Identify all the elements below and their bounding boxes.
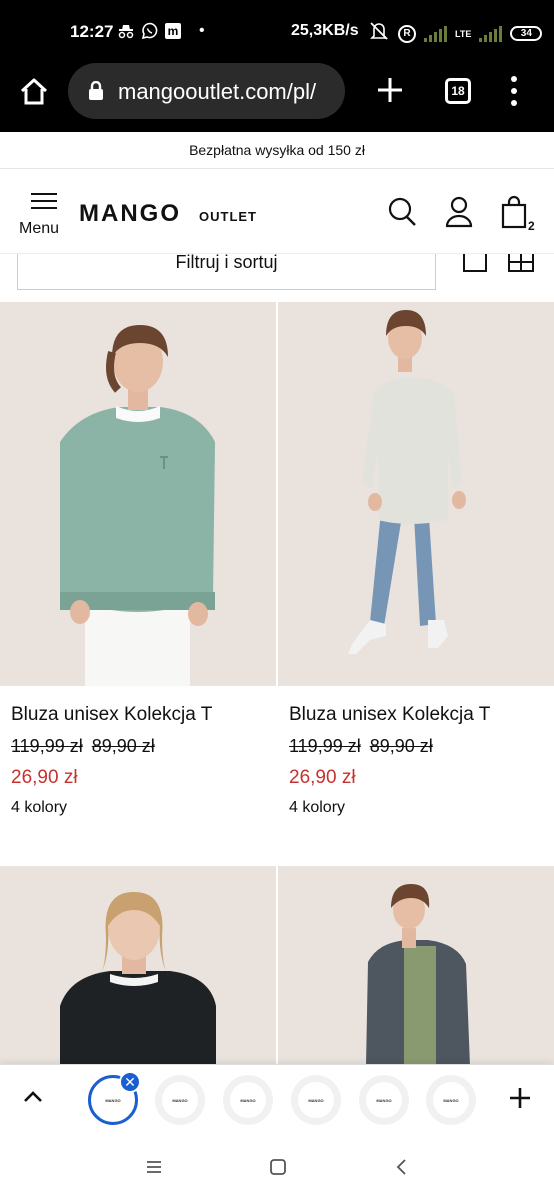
site-header: Menu MANGO OUTLET 2 [0,169,554,254]
bag-count-badge: 2 [528,219,535,233]
tab-thumbnail-label: MANGO [433,1082,469,1118]
url-text: mangooutlet.com/pl/ [118,79,317,104]
old-price-original: 119,99 zł [289,736,361,756]
status-right-icons: R LTE 34 [368,21,543,46]
system-nav-bar [0,1134,554,1200]
lte-label: LTE [455,28,472,39]
color-count[interactable]: 4 kolory [289,799,345,817]
close-tab-icon[interactable]: ✕ [119,1071,141,1093]
back-nav-icon[interactable] [393,1158,411,1176]
sale-price: 26,90 zł [289,767,356,788]
more-menu-icon[interactable] [508,76,520,106]
status-time: 12:27 [70,22,114,41]
add-tab-icon[interactable] [509,1087,531,1109]
tab-thumbnail-label: MANGO [366,1082,402,1118]
old-price-previous: 89,90 zł [369,736,433,756]
network-speed: 25,3KB/s [291,22,359,39]
incognito-icon [117,22,135,40]
menu-button[interactable]: Menu [18,193,68,241]
r-icon: R [398,24,416,43]
search-icon[interactable] [386,195,418,229]
notification-dot: • [199,22,205,39]
tab-thumbnail[interactable]: MANGO [359,1075,409,1125]
lock-icon [88,80,104,101]
account-icon[interactable] [443,195,475,229]
tab-thumbnail-label: MANGO [162,1082,198,1118]
color-count[interactable]: 4 kolory [11,799,67,817]
mango-logo[interactable]: MANGO [79,200,181,228]
tab-thumbnail-label: MANGO [230,1082,266,1118]
chevron-up-icon[interactable] [22,1089,44,1105]
recent-apps-icon[interactable] [145,1158,163,1176]
tab-strip: MANGO ✕ MANGO MANGO MANGO MANGO MANGO [0,1064,554,1134]
home-icon[interactable] [18,76,50,108]
old-price-original: 119,99 zł [11,736,83,756]
signal-icon [479,25,503,42]
mute-icon [368,21,390,46]
old-price-previous: 89,90 zł [91,736,155,756]
browser-toolbar: mangooutlet.com/pl/ 18 [0,62,554,132]
old-prices: 119,99 zł 89,90 zł [11,736,164,757]
filter-sort-button[interactable]: Filtruj i sortuj [17,254,436,290]
outlet-logo-text: OUTLET [199,209,257,224]
tab-thumbnail-label: MANGO [298,1082,334,1118]
old-prices: 119,99 zł 89,90 zł [289,736,442,757]
status-bar: 12:27 m • 25,3KB/s R LTE 34 [0,0,554,62]
product-name[interactable]: Bluza unisex Kolekcja T [289,704,490,726]
viber-icon [141,22,159,40]
filter-sort-label: Filtruj i sortuj [175,254,278,272]
product-name[interactable]: Bluza unisex Kolekcja T [11,704,212,726]
address-bar[interactable]: mangooutlet.com/pl/ [68,63,345,119]
tab-thumbnail[interactable]: MANGO [223,1075,273,1125]
battery-icon: 34 [510,26,543,41]
signal-icon [424,25,447,42]
tab-thumbnail[interactable]: MANGO [291,1075,341,1125]
free-shipping-banner[interactable]: Bezpłatna wysyłka od 150 zł [0,132,554,169]
sale-price: 26,90 zł [11,767,78,788]
menu-label: Menu [19,220,60,237]
product-image[interactable] [0,866,276,1066]
product-image[interactable] [278,302,554,686]
home-nav-icon[interactable] [269,1158,287,1176]
tab-thumbnail[interactable]: MANGO [155,1075,205,1125]
product-image[interactable] [278,866,554,1066]
tab-thumbnail[interactable]: MANGO [426,1075,476,1125]
new-tab-icon[interactable] [376,76,404,104]
grid-view-icon[interactable] [508,254,534,272]
tab-switcher-button[interactable]: 18 [445,78,471,104]
hamburger-icon [31,193,57,209]
status-left-icons: m • [117,22,205,40]
product-image[interactable] [0,302,276,686]
single-column-view-icon[interactable] [463,254,487,272]
m-app-icon: m [165,23,181,39]
